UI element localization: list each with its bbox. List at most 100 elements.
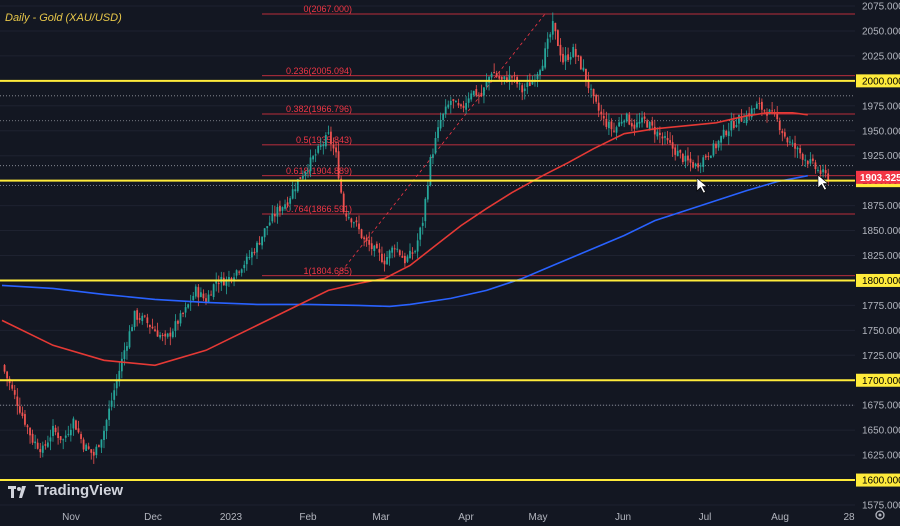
candle-body (401, 255, 404, 258)
candle-body (202, 293, 205, 299)
price-axis-label: 2025.000 (862, 51, 900, 62)
candle-body (485, 81, 488, 87)
candle-body (171, 331, 174, 338)
candle-body (159, 334, 161, 338)
candle-body (327, 132, 330, 134)
time-axis-label: Apr (458, 512, 474, 523)
candle-body (493, 72, 496, 74)
candle-body (717, 140, 720, 148)
candle-body (623, 120, 626, 123)
chart-title: Daily - Gold (XAU/USD) (5, 12, 122, 24)
candle-body (26, 425, 29, 428)
candle-body (324, 134, 327, 147)
candle-body (806, 160, 809, 165)
candle-body (309, 157, 312, 172)
candle-body (636, 122, 638, 128)
price-chart[interactable]: 0(2067.000) 0.236(2005.094) 0.382(1966.796… (0, 0, 900, 524)
candle-body (120, 358, 123, 372)
candle-body (544, 48, 547, 68)
candle-body (789, 141, 791, 143)
candle-body (648, 121, 651, 129)
candle-body (108, 408, 110, 420)
candle-body (72, 418, 75, 429)
candle-body (406, 256, 409, 262)
candle-body (386, 257, 388, 265)
candle-body (256, 242, 258, 253)
candle-body (437, 127, 439, 138)
candle-body (692, 162, 694, 168)
candle-body (251, 251, 253, 258)
candle-body (398, 250, 401, 256)
candle-body (207, 294, 210, 303)
candle-body (307, 170, 309, 172)
candle-body (248, 257, 251, 259)
candle-body (574, 48, 577, 57)
candle-body (136, 310, 139, 320)
candle-body (29, 427, 31, 436)
candle-body (681, 153, 684, 163)
candle-body (187, 304, 190, 308)
candle-body (638, 121, 641, 124)
candle-body (684, 155, 687, 162)
fib-level-label: 1(1804.685) (303, 266, 352, 276)
candle-body (735, 125, 738, 127)
candle-body (299, 177, 302, 179)
candle-body (814, 162, 817, 169)
candle-body (679, 149, 682, 153)
candle-body (192, 295, 195, 301)
candle-body (467, 98, 470, 103)
candle-body (444, 106, 447, 115)
candle-body (421, 222, 424, 226)
candle-body (18, 406, 21, 413)
chart-background (0, 0, 900, 524)
candle-body (273, 213, 276, 217)
candle-body (64, 435, 67, 438)
candle-body (758, 102, 761, 104)
candle-body (664, 136, 666, 138)
tradingview-logo: TradingView (8, 482, 123, 499)
candle-body (409, 250, 411, 259)
candle-body (13, 390, 16, 395)
candle-body (370, 243, 373, 250)
candle-body (528, 82, 531, 87)
settings-gear-icon[interactable] (874, 508, 886, 520)
candle-body (141, 315, 144, 322)
candle-body (564, 55, 567, 62)
candle-body (546, 38, 549, 49)
candle-body (149, 324, 151, 328)
candle-body (778, 120, 781, 131)
candle-body (85, 444, 88, 451)
candle-body (569, 56, 572, 60)
candle-body (457, 102, 460, 106)
candle-body (312, 156, 314, 160)
candle-body (21, 412, 24, 416)
time-axis-label: Mar (372, 512, 390, 523)
candle-body (291, 189, 294, 199)
price-axis-label: 1775.000 (862, 301, 900, 312)
candle-body (261, 236, 263, 246)
candle-body (452, 99, 455, 101)
candle-body (694, 163, 697, 167)
candle-body (393, 248, 396, 250)
candle-body (687, 155, 689, 161)
candle-body (383, 260, 386, 265)
candle-body (730, 120, 733, 131)
candle-body (52, 425, 54, 436)
candle-body (610, 121, 613, 130)
candle-body (715, 143, 717, 149)
fib-level-label: 0.764(1866.591) (286, 204, 352, 214)
candle-body (783, 132, 786, 137)
candle-body (630, 123, 633, 127)
price-axis-label: 1625.000 (862, 451, 900, 462)
candle-body (281, 207, 284, 211)
candle-body (755, 103, 758, 109)
candle-body (87, 446, 90, 449)
candle-body (551, 21, 554, 35)
candle-body (212, 284, 215, 298)
candle-body (426, 185, 429, 200)
candle-body (513, 75, 516, 77)
candle-body (138, 318, 141, 320)
candle-body (579, 56, 582, 70)
support-price-tag-label: 1700.000 (862, 376, 900, 387)
price-axis-label: 1925.000 (862, 151, 900, 162)
